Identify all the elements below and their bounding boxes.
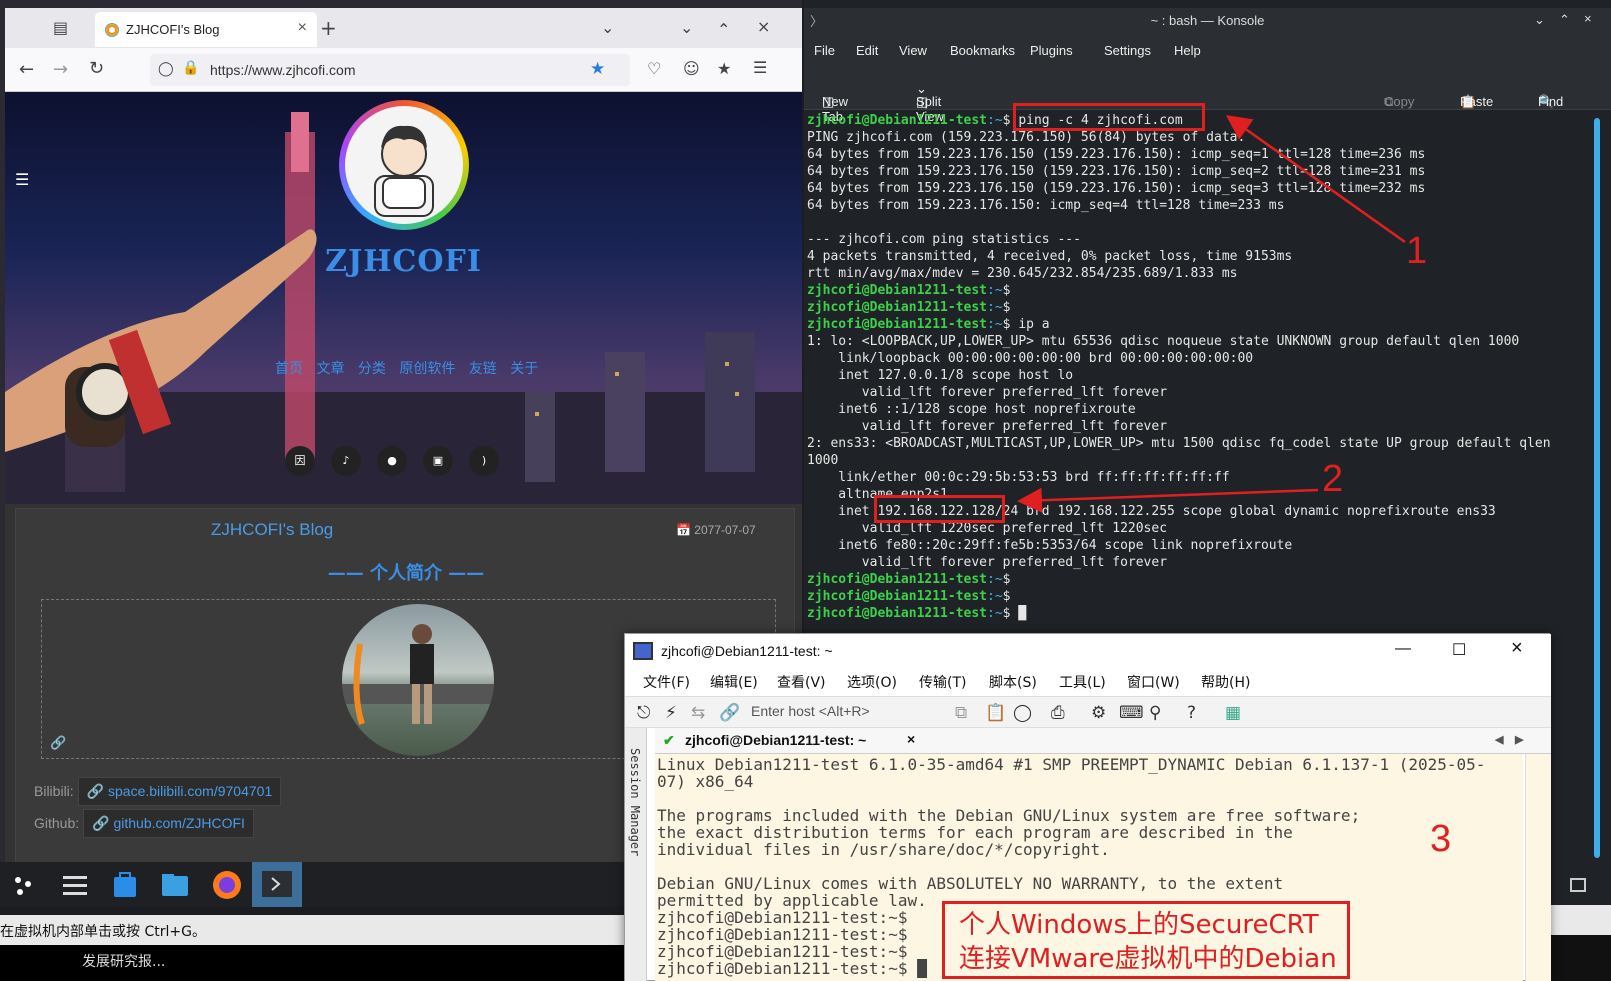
menu-tools[interactable]: 工具(L)	[1059, 672, 1106, 692]
menu-options[interactable]: 选项(O)	[847, 672, 897, 692]
key-icon[interactable]: ⚲	[1149, 703, 1161, 723]
close-tab-icon[interactable]: ×	[907, 731, 915, 747]
terminal-line: The programs included with the Debian GN…	[657, 806, 1361, 825]
menu-file[interactable]: 文件(F)	[643, 672, 690, 692]
print-icon[interactable]: ⎙	[1051, 703, 1065, 723]
annotation-1: 1	[1406, 230, 1428, 272]
annotation-note: 个人Windows上的SecureCRT 连接VMware虚拟机中的Debian	[942, 901, 1350, 979]
terminal-line: the exact distribution terms for each pr…	[657, 823, 1293, 842]
reconnect-icon[interactable]: ⇆	[691, 703, 705, 723]
terminal-line: Debian GNU/Linux comes with ABSOLUTELY N…	[657, 874, 1284, 893]
session-manager-label[interactable]: Session Manager	[628, 748, 642, 856]
securecrt-menubar: 文件(F) 编辑(E) 查看(V) 选项(O) 传输(T) 脚本(S) 工具(L…	[625, 668, 1551, 696]
menu-window[interactable]: 窗口(W)	[1127, 672, 1180, 692]
session-tab-label[interactable]: zjhcofi@Debian1211-test: ~	[685, 732, 866, 748]
sftp-icon[interactable]: ▦	[1225, 703, 1241, 723]
disconnect-icon[interactable]: 🔗	[719, 703, 740, 723]
terminal-line: Linux Debian1211-test 6.1.0-35-amd64 #1 …	[657, 755, 1486, 774]
copy-icon[interactable]: ⧉	[955, 703, 967, 723]
session-tab[interactable]: ✔ zjhcofi@Debian1211-test: ~ × ◀ ▶	[655, 728, 1551, 754]
maximize-icon[interactable]: ☐	[1452, 640, 1466, 660]
find-icon[interactable]: ◯	[1013, 703, 1032, 723]
menu-edit[interactable]: 编辑(E)	[710, 672, 758, 692]
keymap-icon[interactable]: ⌨	[1119, 703, 1144, 723]
securecrt-toolbar: ⎋ ⚡ ⇆ 🔗 Enter host <Alt+R> ⧉ 📋 ◯ ⎙ ⚙ ⌨ ⚲…	[625, 696, 1551, 728]
tab-left-arrow-icon[interactable]: ◀	[1495, 733, 1503, 746]
paste-icon[interactable]: 📋	[985, 703, 1006, 723]
menu-transfer[interactable]: 传输(T)	[919, 672, 966, 692]
window-title: zjhcofi@Debian1211-test: ~	[661, 643, 833, 659]
menu-view[interactable]: 查看(V)	[777, 672, 826, 692]
minimize-icon[interactable]: —	[1395, 640, 1411, 658]
close-icon[interactable]: ×	[1511, 637, 1523, 660]
annotation-2: 2	[1322, 458, 1344, 500]
menu-help[interactable]: 帮助(H)	[1201, 672, 1250, 692]
tab-right-arrow-icon[interactable]: ▶	[1515, 733, 1523, 746]
terminal-line: individual files in /usr/share/doc/*/cop…	[657, 840, 1110, 859]
securecrt-scrollbar[interactable]	[1525, 754, 1551, 981]
desktop: ▤ ZJHCOFI's Blog × + ⌄ ⌄ ⌃ × ← → ↻ ◯ 🔒 h…	[0, 0, 1611, 981]
annotation-3: 3	[1430, 818, 1452, 860]
connect-icon[interactable]: ⎋	[637, 703, 650, 723]
terminal-line: 07) x86_64	[657, 772, 754, 791]
securecrt-titlebar: zjhcofi@Debian1211-test: ~ — ☐ ×	[625, 634, 1551, 668]
quick-connect-icon[interactable]: ⚡	[665, 703, 677, 723]
connected-check-icon: ✔	[663, 732, 675, 748]
menu-script[interactable]: 脚本(S)	[989, 672, 1037, 692]
settings-icon[interactable]: ⚙	[1091, 703, 1106, 723]
session-manager-sidebar[interactable]: Session Manager	[625, 728, 647, 981]
securecrt-app-icon	[633, 642, 653, 660]
help-icon[interactable]: ?	[1187, 703, 1196, 723]
host-input[interactable]: Enter host <Alt+R>	[751, 703, 870, 719]
